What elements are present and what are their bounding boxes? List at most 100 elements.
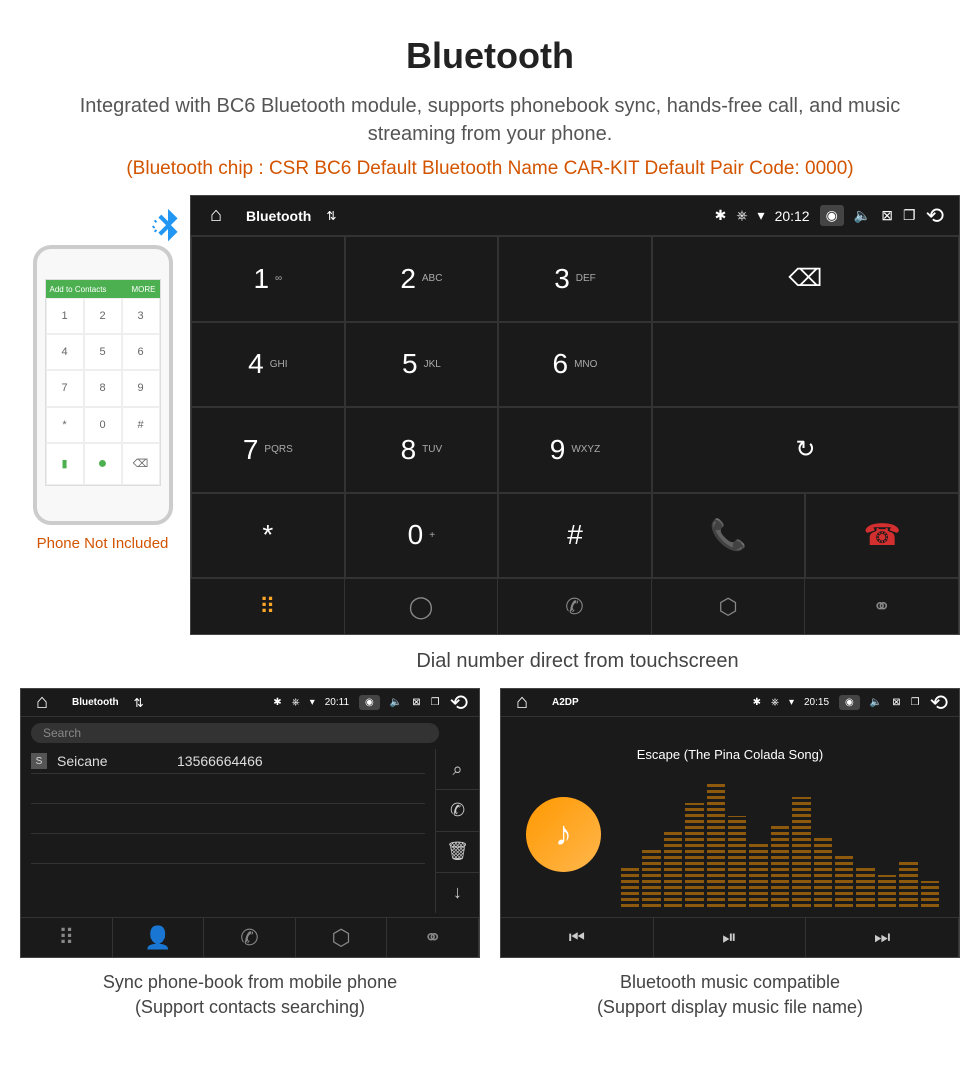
empty-cell: [652, 322, 959, 408]
home-icon[interactable]: ⌂: [201, 204, 231, 227]
hangup-button[interactable]: ☎: [805, 493, 959, 579]
location-icon: ⎈: [771, 697, 779, 708]
delete-icon[interactable]: 🗑: [435, 832, 479, 873]
key-hash[interactable]: #: [498, 493, 652, 579]
home-icon[interactable]: ⌂: [507, 691, 537, 714]
status-bar: ⌂ Bluetooth ⇅ ✱ ⎈ ▾ 20:12 ◉ 🔈 ⊠ ❐ ⟲: [191, 196, 959, 236]
back-icon[interactable]: ⟲: [926, 203, 944, 229]
dialer-caption: Dial number direct from touchscreen: [190, 635, 965, 688]
key-5[interactable]: 5JKL: [345, 322, 499, 408]
recent-apps-icon[interactable]: ❐: [903, 207, 916, 224]
tab-contacts[interactable]: ◯: [345, 579, 499, 634]
call-icon: ●: [84, 443, 122, 485]
redial-button[interactable]: ↻: [652, 407, 959, 493]
contacts-caption-sub: (Support contacts searching): [20, 995, 480, 1020]
recent-apps-icon[interactable]: ❐: [431, 697, 440, 708]
link-icon: ⚭: [423, 925, 441, 951]
key-9[interactable]: 9WXYZ: [498, 407, 652, 493]
next-button[interactable]: ⏭: [806, 918, 959, 957]
tab-pair[interactable]: ⚭: [805, 579, 959, 634]
status-title: A2DP: [552, 697, 579, 708]
recent-apps-icon[interactable]: ❐: [911, 697, 920, 708]
tab-bluetooth[interactable]: ⬡: [652, 579, 806, 634]
video-call-icon: ▮: [46, 443, 84, 485]
phone-key: 9: [122, 370, 160, 406]
phone-icon: ✆: [240, 925, 258, 951]
key-1[interactable]: 1∞: [191, 236, 345, 322]
key-3[interactable]: 3DEF: [498, 236, 652, 322]
contact-row[interactable]: S Seicane 13566664466: [31, 749, 425, 774]
person-icon: 👤: [144, 925, 171, 951]
phone-header-left: Add to Contacts: [50, 285, 107, 294]
contact-row-empty: [31, 804, 425, 834]
tab-bluetooth[interactable]: ⬡: [296, 918, 388, 957]
phone-key: 5: [84, 334, 122, 370]
search-icon[interactable]: ⌕: [435, 749, 479, 790]
backspace-button[interactable]: ⌫: [652, 236, 959, 322]
key-star[interactable]: *: [191, 493, 345, 579]
phone-key: *: [46, 407, 84, 443]
clock: 20:11: [325, 697, 349, 708]
tab-contacts[interactable]: 👤: [113, 918, 205, 957]
volume-icon[interactable]: 🔈: [390, 697, 402, 708]
phone-header-right: MORE: [132, 285, 156, 294]
close-icon[interactable]: ⊠: [892, 697, 900, 708]
phone-key: 4: [46, 334, 84, 370]
music-controls: ⏮ ⏯ ⏭: [501, 917, 959, 957]
key-6[interactable]: 6MNO: [498, 322, 652, 408]
tab-keypad[interactable]: ⠿: [191, 579, 345, 634]
status-title: Bluetooth: [246, 208, 311, 224]
tab-bar: ⠿ 👤 ✆ ⬡ ⚭: [21, 917, 479, 957]
home-icon[interactable]: ⌂: [27, 691, 57, 714]
key-4[interactable]: 4GHI: [191, 322, 345, 408]
phone-mockup: Add to Contacts MORE 1 2 3 4 5 6 7 8 9 *…: [33, 245, 173, 525]
play-pause-button[interactable]: ⏯: [654, 918, 807, 957]
tab-calls[interactable]: ✆: [498, 579, 652, 634]
screenshot-icon[interactable]: ◉: [820, 205, 844, 226]
track-title: Escape (The Pina Colada Song): [501, 717, 959, 772]
volume-icon[interactable]: 🔈: [854, 207, 871, 224]
tab-pair[interactable]: ⚭: [387, 918, 479, 957]
phone-key: 2: [84, 298, 122, 334]
tab-keypad[interactable]: ⠿: [21, 918, 113, 957]
keypad: 1∞ 2ABC 3DEF 4GHI 5JKL 6MNO 7PQRS 8TUV 9…: [191, 236, 652, 578]
back-icon[interactable]: ⟲: [450, 690, 468, 716]
phone-key: 8: [84, 370, 122, 406]
close-icon[interactable]: ⊠: [412, 697, 420, 708]
call-button[interactable]: 📞: [652, 493, 806, 579]
close-icon[interactable]: ⊠: [881, 207, 893, 224]
contact-row-empty: [31, 774, 425, 804]
key-8[interactable]: 8TUV: [345, 407, 499, 493]
back-icon[interactable]: ⟲: [930, 690, 948, 716]
key-0[interactable]: 0+: [345, 493, 499, 579]
contact-row-empty: [31, 834, 425, 864]
prev-button[interactable]: ⏮: [501, 918, 654, 957]
tab-calls[interactable]: ✆: [204, 918, 296, 957]
page-specs: (Bluetooth chip : CSR BC6 Default Blueto…: [0, 153, 980, 195]
phone-key: 7: [46, 370, 84, 406]
key-2[interactable]: 2ABC: [345, 236, 499, 322]
search-input[interactable]: Search: [31, 723, 439, 743]
status-bar: ⌂ A2DP ✱ ⎈ ▾ 20:15 ◉ 🔈 ⊠ ❐ ⟲: [501, 689, 959, 717]
wifi-icon: ▾: [789, 697, 794, 708]
call-contact-icon[interactable]: ✆: [435, 790, 479, 831]
phone-key: 0: [84, 407, 122, 443]
keypad-icon: ⠿: [259, 594, 275, 620]
sync-icon[interactable]: ↓: [435, 873, 479, 913]
location-icon: ⎈: [736, 207, 747, 224]
contact-name: Seicane: [57, 753, 177, 769]
volume-icon[interactable]: 🔈: [870, 697, 882, 708]
phone-not-included-label: Phone Not Included: [15, 535, 190, 552]
bluetooth-status-icon: ✱: [273, 697, 281, 708]
music-device: ⌂ A2DP ✱ ⎈ ▾ 20:15 ◉ 🔈 ⊠ ❐ ⟲ Escape (The…: [500, 688, 960, 958]
location-icon: ⎈: [292, 697, 300, 708]
clock: 20:12: [775, 208, 810, 224]
key-7[interactable]: 7PQRS: [191, 407, 345, 493]
contact-badge: S: [31, 753, 47, 769]
wifi-icon: ▾: [310, 697, 315, 708]
screenshot-icon[interactable]: ◉: [839, 695, 860, 710]
dialer-device: ⌂ Bluetooth ⇅ ✱ ⎈ ▾ 20:12 ◉ 🔈 ⊠ ❐ ⟲ 1∞ 2…: [190, 195, 960, 635]
wifi-icon: ▾: [758, 207, 765, 224]
screenshot-icon[interactable]: ◉: [359, 695, 380, 710]
usb-icon: ⇅: [326, 209, 336, 223]
